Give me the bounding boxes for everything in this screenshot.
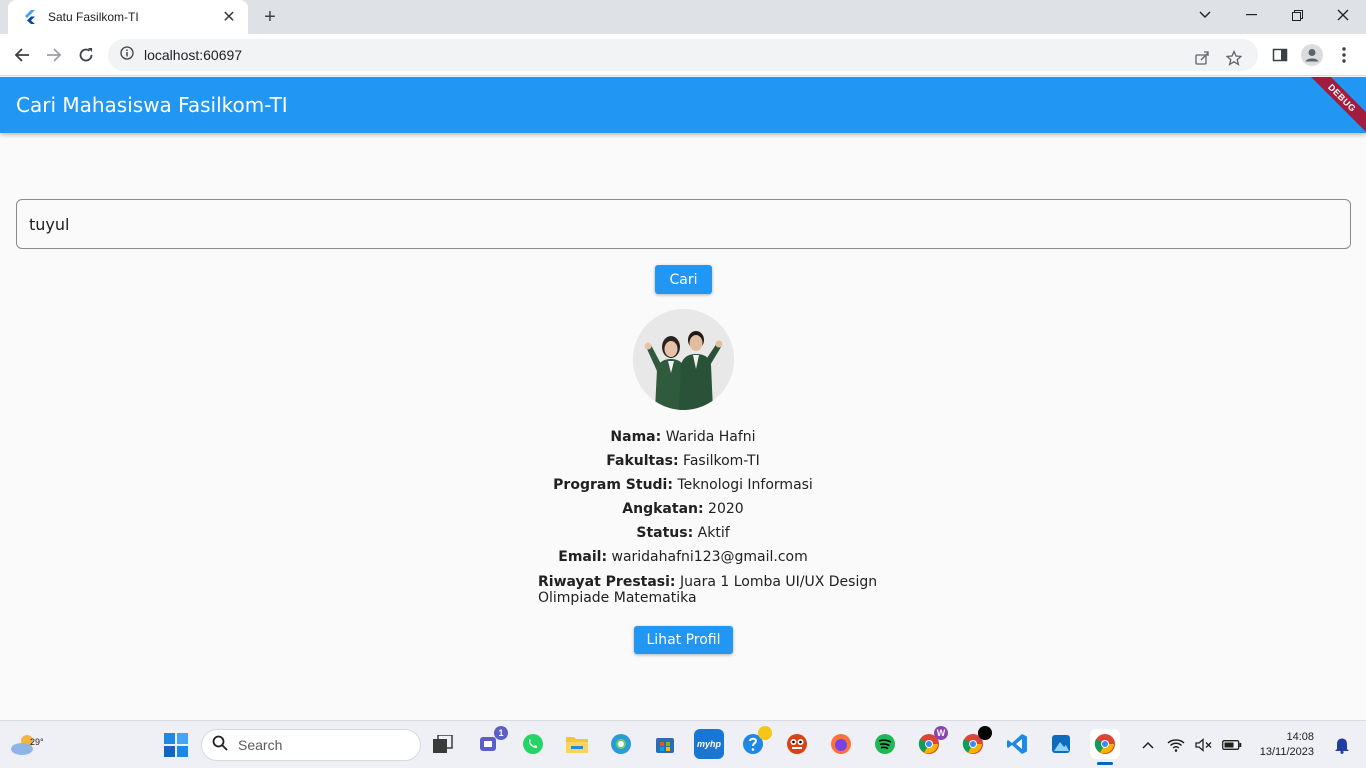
- chevron-up-icon[interactable]: [1134, 731, 1162, 759]
- field-label: Program Studi:: [553, 477, 673, 493]
- field-value: Warida Hafni: [665, 429, 756, 445]
- photos-icon[interactable]: [1046, 729, 1076, 759]
- taskbar-search[interactable]: Search: [201, 729, 421, 761]
- kebab-menu-icon[interactable]: [1330, 41, 1358, 69]
- url-text: localhost:60697: [144, 47, 243, 63]
- tab-strip: Satu Fasilkom-TI ✕ +: [0, 0, 1366, 34]
- field-label: Status:: [636, 525, 694, 541]
- student-name-row: Nama: Warida Hafni: [0, 429, 1366, 445]
- clock-date: 13/11/2023: [1259, 746, 1314, 758]
- back-arrow-icon[interactable]: [8, 41, 36, 69]
- student-faculty-row: Fakultas: Fasilkom-TI: [0, 453, 1366, 469]
- achievement-item: Juara 1 Lomba UI/UX Design: [680, 574, 878, 590]
- system-tray: 14:08 13/11/2023: [1134, 721, 1356, 768]
- firefox-icon[interactable]: [826, 729, 856, 759]
- chrome-active-icon[interactable]: [1090, 729, 1120, 765]
- field-value: Aktif: [697, 525, 730, 541]
- browser-tab[interactable]: Satu Fasilkom-TI ✕: [8, 0, 248, 34]
- app-title: Cari Mahasiswa Fasilkom-TI: [16, 93, 288, 117]
- wifi-icon[interactable]: [1162, 731, 1190, 759]
- browser-toolbar: localhost:60697: [0, 34, 1366, 76]
- address-bar[interactable]: localhost:60697: [108, 39, 1258, 71]
- profile-w-badge-icon: W: [934, 726, 948, 740]
- new-tab-button[interactable]: +: [258, 6, 282, 28]
- search-button[interactable]: Cari: [655, 265, 712, 294]
- myhp-icon[interactable]: myhp: [694, 729, 724, 759]
- student-achievements: Riwayat Prestasi: Juara 1 Lomba UI/UX De…: [538, 574, 877, 606]
- store-icon[interactable]: [650, 729, 680, 759]
- help-icon[interactable]: [738, 726, 772, 759]
- tab-search-icon[interactable]: [1182, 0, 1228, 30]
- reload-icon[interactable]: [72, 41, 100, 69]
- student-photo: [633, 309, 734, 410]
- share-icon[interactable]: [1188, 44, 1216, 72]
- app-bar: Cari Mahasiswa Fasilkom-TI: [0, 77, 1366, 133]
- file-explorer-icon[interactable]: [562, 729, 592, 759]
- chrome-profile-icon[interactable]: [958, 726, 992, 759]
- flutter-icon: [22, 9, 38, 25]
- side-panel-icon[interactable]: [1266, 41, 1294, 69]
- student-program-row: Program Studi: Teknologi Informasi: [0, 477, 1366, 493]
- taskbar: 29° Search 1 myhp W 14:08 13/11/2023: [0, 720, 1366, 768]
- student-email-row: Email: waridahafni123@gmail.com: [0, 549, 1366, 565]
- achievement-item: Olimpiade Matematika: [538, 590, 697, 606]
- weather-temp: 29°: [30, 737, 44, 747]
- windows-start-icon[interactable]: [164, 733, 188, 762]
- teams-badge: 1: [494, 726, 508, 740]
- tab-title: Satu Fasilkom-TI: [48, 10, 139, 24]
- student-year-row: Angkatan: 2020: [0, 501, 1366, 517]
- game-app-icon[interactable]: [782, 729, 812, 759]
- field-label: Riwayat Prestasi:: [538, 574, 676, 590]
- active-indicator: [1097, 762, 1113, 765]
- field-value: Teknologi Informasi: [677, 477, 813, 493]
- help-badge-icon: [758, 726, 772, 740]
- forward-arrow-icon[interactable]: [40, 41, 68, 69]
- profile-avatar-icon[interactable]: [1298, 41, 1326, 69]
- search-input[interactable]: [16, 199, 1351, 249]
- field-value: Fasilkom-TI: [683, 453, 760, 469]
- chrome-profile-w-icon[interactable]: W: [914, 726, 948, 759]
- window-controls: [1182, 0, 1366, 34]
- field-label: Angkatan:: [622, 501, 704, 517]
- restore-icon[interactable]: [1274, 0, 1320, 30]
- weather-widget[interactable]: 29°: [8, 729, 44, 761]
- clock-time: 14:08: [1286, 731, 1314, 743]
- field-label: Fakultas:: [606, 453, 679, 469]
- field-value: 2020: [708, 501, 744, 517]
- notification-bell-icon[interactable]: [1328, 731, 1356, 759]
- minimize-icon[interactable]: [1228, 0, 1274, 30]
- field-value: waridahafni123@gmail.com: [611, 549, 808, 565]
- student-status-row: Status: Aktif: [0, 525, 1366, 541]
- spotify-icon[interactable]: [870, 729, 900, 759]
- field-label: Email:: [558, 549, 608, 565]
- volume-muted-icon[interactable]: [1190, 731, 1218, 759]
- close-window-icon[interactable]: [1320, 0, 1366, 30]
- profile-badge-icon: [978, 726, 992, 740]
- close-tab-icon[interactable]: ✕: [220, 8, 238, 26]
- field-label: Nama:: [610, 429, 662, 445]
- app-viewport: Cari Mahasiswa Fasilkom-TI DEBUG Cari Na…: [0, 77, 1366, 720]
- site-info-icon[interactable]: [120, 45, 134, 65]
- search-placeholder: Search: [238, 737, 283, 753]
- teams-icon[interactable]: 1: [474, 726, 508, 759]
- edge-icon[interactable]: [606, 729, 636, 759]
- battery-icon[interactable]: [1218, 731, 1246, 759]
- system-clock[interactable]: 14:08 13/11/2023: [1260, 730, 1314, 760]
- search-icon: [212, 735, 228, 756]
- task-view-icon[interactable]: [428, 729, 458, 759]
- bookmark-star-icon[interactable]: [1220, 44, 1248, 72]
- vscode-icon[interactable]: [1002, 729, 1032, 759]
- whatsapp-icon[interactable]: [518, 729, 548, 759]
- view-profile-button[interactable]: Lihat Profil: [634, 626, 733, 654]
